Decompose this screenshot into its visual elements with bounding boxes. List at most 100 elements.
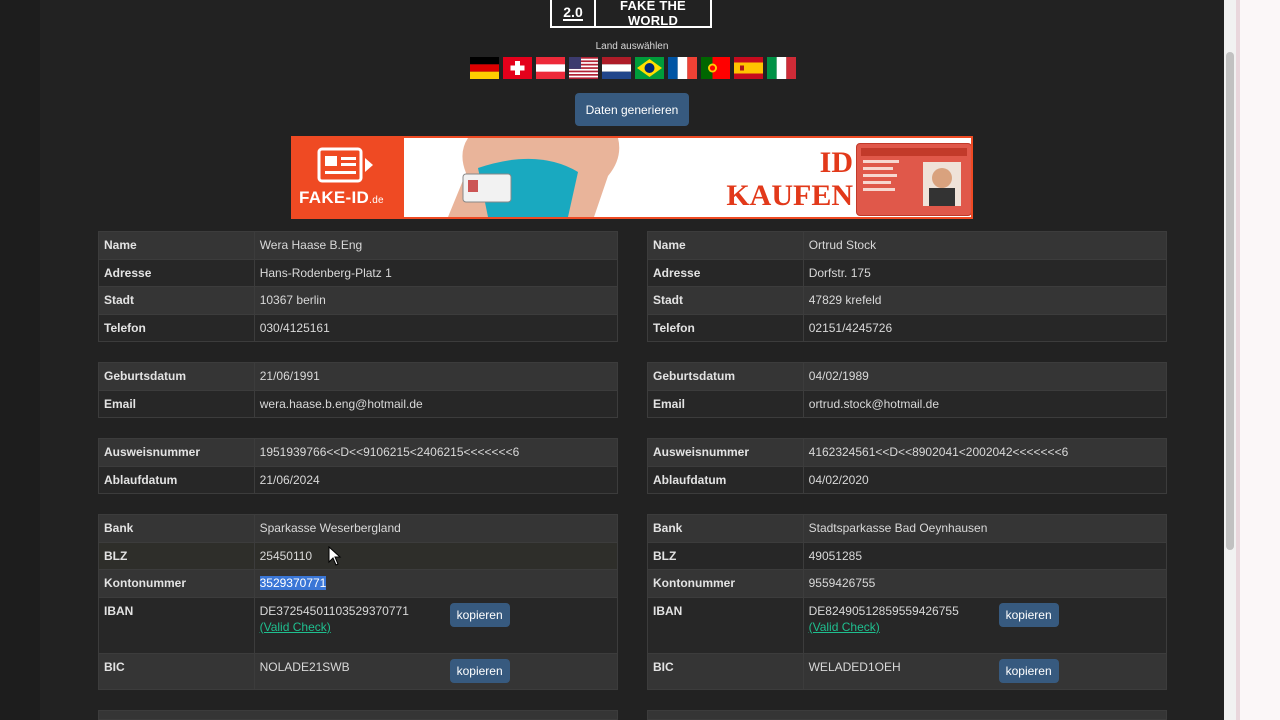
logo-name: FAKE THE WORLD — [620, 0, 686, 28]
austria-flag[interactable] — [536, 57, 565, 79]
left-contact-rows: Geburtsdatum 21/06/1991 Email wera.haase.b.… — [98, 362, 619, 418]
table-row: Email wera.haase.b.eng@hotmail.de — [98, 389, 619, 418]
row-value: 02151/4245726 — [802, 313, 1168, 342]
iban-value: DE82490512859559426755 — [808, 603, 959, 618]
banner-person-image — [448, 138, 620, 217]
copy-iban-button[interactable]: kopieren — [449, 602, 510, 627]
blz-value: 49051285 — [802, 541, 1168, 570]
window-edge — [1236, 0, 1280, 720]
germany-flag[interactable] — [470, 57, 499, 79]
table-row: Telefon 030/4125161 — [98, 313, 619, 342]
row-label: Name — [98, 231, 255, 260]
row-value: 21/06/1991 — [253, 362, 619, 391]
row-label: Telefon — [98, 313, 255, 342]
row-value: wera.haase.b.eng@hotmail.de — [253, 389, 619, 418]
row-label: Email — [647, 389, 804, 418]
left-id-table: Ausweisnummer 1951939766<<D<<9106215<2406… — [98, 438, 619, 494]
copy-bic-button[interactable]: kopieren — [998, 658, 1059, 683]
table-row: Email ortrud.stock@hotmail.de — [647, 389, 1168, 418]
left-contact-table: Geburtsdatum 21/06/1991 Email wera.haase.b.… — [98, 362, 619, 418]
row-value: ortrud.stock@hotmail.de — [802, 389, 1168, 418]
row-label: Geburtsdatum — [98, 362, 255, 391]
right-id-rows: Ausweisnummer 4162324561<<D<<8902041<2002… — [647, 438, 1168, 494]
banner-brand-panel: FAKE-ID.de — [293, 138, 404, 217]
table-row: BIC WELADED1OEH kopieren — [647, 652, 1168, 690]
row-label: Email — [98, 389, 255, 418]
row-label: Ablaufdatum — [647, 465, 804, 494]
table-row: Name Wera Haase B.Eng — [98, 231, 619, 260]
next-table-right-partial — [647, 710, 1167, 720]
iban-value: DE37254501103529370771 — [259, 603, 409, 618]
row-value: 47829 krefeld — [802, 286, 1168, 315]
row-label: Ausweisnummer — [98, 438, 255, 467]
left-personal-rows: Name Wera Haase B.Eng Adresse Hans-Rodenber… — [98, 231, 619, 342]
table-row: BLZ 49051285 — [647, 541, 1168, 570]
blz-value: 25450110 — [253, 541, 619, 570]
site-logo[interactable]: 2.0 FAKE THE WORLD — [550, 0, 712, 28]
netherlands-flag[interactable] — [602, 57, 631, 79]
table-row: Ablaufdatum 04/02/2020 — [647, 465, 1168, 494]
row-label: Geburtsdatum — [647, 362, 804, 391]
table-row: Name Ortrud Stock — [647, 231, 1168, 260]
copy-bic-button[interactable]: kopieren — [449, 658, 510, 683]
table-row: Ausweisnummer 1951939766<<D<<9106215<2406… — [98, 438, 619, 467]
italy-flag[interactable] — [767, 57, 796, 79]
row-value: Dorfstr. 175 — [802, 258, 1168, 287]
table-row: IBAN DE82490512859559426755 (Valid Check)… — [647, 596, 1168, 654]
portugal-flag[interactable] — [701, 57, 730, 79]
france-flag[interactable] — [668, 57, 697, 79]
mouse-cursor-icon — [328, 546, 342, 566]
row-value: Wera Haase B.Eng — [253, 231, 619, 260]
table-row: Kontonummer 9559426755 — [647, 569, 1168, 598]
right-contact-rows: Geburtsdatum 04/02/1989 Email ortrud.stock@… — [647, 362, 1168, 418]
generate-data-button[interactable]: Daten generieren — [575, 93, 689, 126]
row-value: 21/06/2024 — [253, 465, 619, 494]
right-id-table: Ausweisnummer 4162324561<<D<<8902041<2002… — [647, 438, 1168, 494]
spain-flag[interactable] — [734, 57, 763, 79]
bic-value: NOLADE21SWB — [259, 659, 350, 674]
next-table-left-partial — [98, 710, 618, 720]
bank-name: Stadtsparkasse Bad Oeynhausen — [802, 514, 1168, 543]
table-row: Adresse Dorfstr. 175 — [647, 258, 1168, 287]
copy-iban-button[interactable]: kopieren — [998, 602, 1059, 627]
table-row: Stadt 10367 berlin — [98, 286, 619, 315]
bank-name: Sparkasse Weserbergland — [253, 514, 619, 543]
table-row: BLZ 25450110 — [98, 541, 619, 570]
table-row: Stadt 47829 krefeld — [647, 286, 1168, 315]
row-value: Ortrud Stock — [802, 231, 1168, 260]
table-row: Telefon 02151/4245726 — [647, 313, 1168, 342]
table-row: Kontonummer 3529370771 — [98, 569, 619, 598]
row-label: Ausweisnummer — [647, 438, 804, 467]
left-bank-table: Bank Sparkasse Weserbergland BLZ 25450110 … — [98, 514, 619, 690]
brazil-flag[interactable] — [635, 57, 664, 79]
country-select-label: Land auswählen — [595, 41, 669, 52]
switzerland-flag[interactable] — [503, 57, 532, 79]
account-number-selected[interactable]: 3529370771 — [259, 576, 327, 591]
table-row: IBAN DE37254501103529370771 (Valid Check)… — [98, 596, 619, 654]
right-personal-table: Name Ortrud Stock Adresse Dorfstr. 175 Stadt… — [647, 231, 1168, 342]
account-number: 9559426755 — [802, 569, 1168, 598]
row-label: Telefon — [647, 313, 804, 342]
row-value: 04/02/2020 — [802, 465, 1168, 494]
table-row: BIC NOLADE21SWB kopieren — [98, 652, 619, 690]
usa-flag[interactable] — [569, 57, 598, 79]
logo-version: 2.0 — [563, 4, 583, 21]
row-label: Ablaufdatum — [98, 465, 255, 494]
row-label: Name — [647, 231, 804, 260]
row-value: 4162324561<<D<<8902041<2002042<<<<<<<6 — [802, 438, 1168, 467]
bic-value: WELADED1OEH — [808, 659, 901, 674]
iban-valid-check-link[interactable]: (Valid Check) — [260, 620, 450, 634]
banner-title-line1: ID — [819, 146, 853, 179]
right-bank-table: Bank Stadtsparkasse Bad Oeynhausen BLZ 490… — [647, 514, 1168, 690]
row-value: 030/4125161 — [253, 313, 619, 342]
table-row: Adresse Hans-Rodenberg-Platz 1 — [98, 258, 619, 287]
table-row: Geburtsdatum 04/02/1989 — [647, 362, 1168, 391]
table-row: Bank Stadtsparkasse Bad Oeynhausen — [647, 514, 1168, 543]
advertisement-banner[interactable]: FAKE-ID.de ID KAUFEN — [291, 136, 973, 219]
scrollbar-thumb[interactable] — [1226, 52, 1234, 550]
vertical-scrollbar[interactable] — [1224, 0, 1236, 720]
row-value: 10367 berlin — [253, 286, 619, 315]
iban-valid-check-link[interactable]: (Valid Check) — [809, 620, 999, 634]
country-flag-list — [470, 57, 796, 79]
row-label: Stadt — [647, 286, 804, 315]
